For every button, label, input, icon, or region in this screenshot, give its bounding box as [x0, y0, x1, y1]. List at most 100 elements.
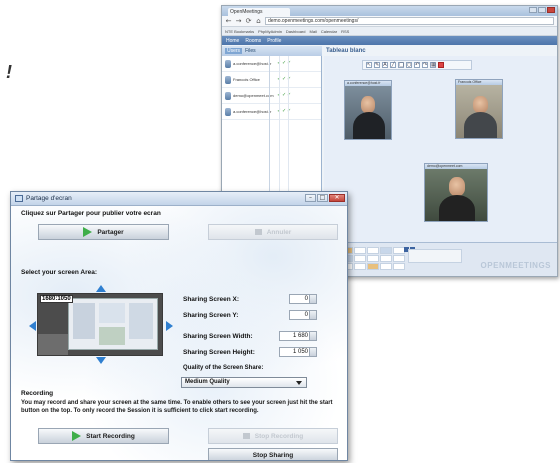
ellipse-icon[interactable]: ○ — [406, 62, 412, 68]
screen-width-field[interactable]: 1 680 — [279, 331, 317, 341]
screen-share-dialog: Partage d'ecran – □ ✕ Cliquez sur Partag… — [10, 191, 348, 461]
resize-left-handle[interactable] — [29, 321, 36, 331]
cancel-share-label: Annuler — [266, 228, 292, 236]
instruction-text: Cliquez sur Partager pour publier votre … — [21, 210, 161, 217]
close-icon[interactable] — [547, 7, 555, 13]
image-icon[interactable]: ▦ — [430, 62, 436, 68]
user-icon — [225, 75, 231, 84]
dialog-title: Partage d'ecran — [26, 195, 72, 202]
stop-recording-label: Stop Recording — [254, 432, 304, 440]
video-pod[interactable]: demo@openmeet.com — [424, 163, 488, 222]
recording-heading: Recording — [21, 390, 54, 397]
screen-width-label: Sharing Screen Width: — [183, 333, 253, 340]
minimize-button[interactable]: – — [305, 194, 316, 202]
bookmark-item[interactable]: Dashboard — [286, 29, 306, 34]
reload-icon[interactable]: ⟳ — [245, 17, 252, 25]
bookmarks-bar: NTE Bookmarks PhpMyAdmin Dashboard Mail … — [222, 27, 557, 36]
tab-users[interactable]: Users — [225, 48, 243, 54]
user-icon — [225, 59, 231, 68]
maximize-button[interactable]: □ — [317, 194, 328, 202]
cancel-share-button[interactable]: Annuler — [208, 224, 338, 240]
bookmark-item[interactable]: Calendar — [321, 29, 337, 34]
quality-value: Medium Quality — [185, 379, 230, 385]
video-feed — [456, 85, 502, 138]
dialog-titlebar: Partage d'ecran – □ ✕ — [11, 192, 347, 206]
resize-down-handle[interactable] — [96, 357, 106, 364]
annotation-mark: ! — [6, 62, 12, 82]
pen-icon[interactable]: ✎ — [374, 62, 380, 68]
stop-icon — [254, 229, 262, 235]
minimize-icon[interactable] — [529, 7, 537, 13]
clear-icon[interactable] — [438, 62, 444, 68]
stop-icon — [242, 433, 250, 439]
bookmark-item[interactable]: RSS — [341, 29, 349, 34]
user-icon — [225, 91, 231, 100]
browser-titlebar: OpenMeetings — [222, 6, 557, 16]
monitor-icon — [15, 195, 23, 202]
bottom-panel: OPENMEETINGS — [324, 242, 557, 276]
start-recording-button[interactable]: Start Recording — [38, 428, 169, 444]
recording-description: You may record and share your screen at … — [21, 400, 333, 414]
resize-up-handle[interactable] — [96, 285, 106, 292]
redo-icon[interactable]: ↷ — [422, 62, 428, 68]
url-input[interactable]: demo.openmeetings.com/openmeetings/ — [265, 17, 554, 25]
screen-y-field[interactable]: 0 — [289, 310, 317, 320]
tab-files[interactable]: Files — [245, 48, 256, 54]
pointer-icon[interactable]: ↖ — [366, 62, 372, 68]
dialog-window-buttons: – □ ✕ — [305, 194, 345, 202]
app-menubar: Home Rooms Profile — [222, 36, 557, 45]
back-icon[interactable]: ← — [225, 17, 232, 25]
screen-area-preview[interactable]: 1680:1050 — [37, 293, 163, 356]
menu-item[interactable]: Profile — [267, 38, 281, 44]
quality-select[interactable]: Medium Quality — [181, 377, 307, 388]
resolution-label: 1680:1050 — [40, 295, 73, 303]
area-heading: Select your screen Area: — [21, 269, 97, 276]
start-recording-label: Start Recording — [86, 432, 135, 440]
share-button[interactable]: Partager — [38, 224, 169, 240]
rect-icon[interactable]: □ — [398, 62, 404, 68]
dialog-body: Cliquez sur Partager pour publier votre … — [11, 206, 347, 460]
undo-icon[interactable]: ↶ — [414, 62, 420, 68]
share-button-label: Partager — [97, 228, 124, 236]
line-icon[interactable]: ╱ — [390, 62, 396, 68]
chat-panel[interactable] — [408, 249, 462, 263]
users-tabs: Users Files — [222, 46, 322, 56]
browser-tab[interactable]: OpenMeetings — [228, 8, 290, 16]
screen-height-field[interactable]: 1 050 — [279, 347, 317, 357]
user-icon — [225, 107, 231, 116]
text-icon[interactable]: A — [382, 62, 388, 68]
watermark: OPENMEETINGS — [480, 261, 551, 270]
home-icon[interactable]: ⌂ — [255, 17, 262, 25]
conference-title: Tableau blanc — [326, 48, 366, 54]
whiteboard-toolbar: ↖ ✎ A ╱ □ ○ ↶ ↷ ▦ — [362, 60, 472, 70]
preview-desktop — [38, 334, 68, 355]
screen-y-label: Sharing Screen Y: — [183, 312, 239, 319]
stop-recording-button[interactable]: Stop Recording — [208, 428, 338, 444]
quality-label: Quality of the Screen Share: — [183, 365, 264, 371]
video-feed — [425, 169, 487, 221]
video-pod[interactable]: Francois Office — [455, 79, 503, 139]
bookmark-item[interactable]: PhpMyAdmin — [258, 29, 282, 34]
play-icon — [83, 227, 93, 237]
address-bar-row: ← → ⟳ ⌂ demo.openmeetings.com/openmeetin… — [222, 16, 557, 27]
maximize-icon[interactable] — [538, 7, 546, 13]
menu-item[interactable]: Rooms — [245, 38, 261, 44]
bookmark-item[interactable]: Mail — [310, 29, 317, 34]
screen-x-label: Sharing Screen X: — [183, 296, 239, 303]
close-button[interactable]: ✕ — [329, 194, 345, 202]
browser-window-buttons — [529, 7, 555, 13]
stop-sharing-button[interactable]: Stop Sharing — [208, 448, 338, 460]
forward-icon[interactable]: → — [235, 17, 242, 25]
screenshot-canvas: ! OpenMeetings ← → ⟳ ⌂ demo.openmeetings… — [0, 0, 560, 463]
resize-right-handle[interactable] — [166, 321, 173, 331]
menu-item[interactable]: Home — [226, 38, 239, 44]
record-icon — [72, 431, 82, 441]
screen-x-field[interactable]: 0 — [289, 294, 317, 304]
screen-height-label: Sharing Screen Height: — [183, 349, 255, 356]
bookmark-item[interactable]: NTE Bookmarks — [225, 29, 254, 34]
preview-screen — [68, 298, 158, 350]
chevron-down-icon — [296, 381, 302, 385]
video-pod[interactable]: a.conference@host.fr — [344, 80, 392, 140]
stop-sharing-label: Stop Sharing — [252, 451, 294, 459]
video-feed — [345, 86, 391, 139]
